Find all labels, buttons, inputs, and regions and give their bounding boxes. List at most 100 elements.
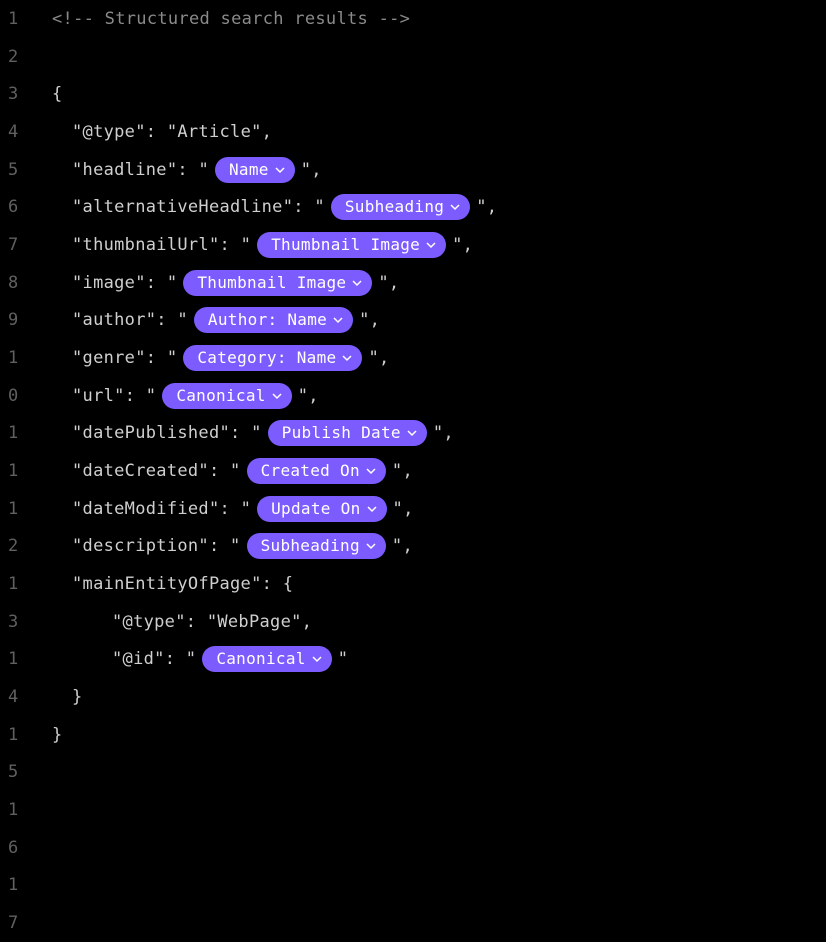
line-number: 1 — [0, 875, 34, 895]
chevron-down-icon — [352, 279, 362, 287]
colon: : — [186, 612, 207, 632]
quote-close: ", — [298, 386, 319, 406]
field-pill-author[interactable]: Author: Name — [194, 307, 353, 333]
colon: : — [209, 536, 230, 556]
colon: : — [165, 649, 186, 669]
quote-open: " — [167, 273, 178, 293]
code-line: 1 — [0, 866, 826, 904]
colon: : — [230, 423, 251, 443]
field-pill-thumbnail[interactable]: Thumbnail Image — [257, 232, 446, 258]
code-line: 1 "genre": "Category: Name", — [0, 339, 826, 377]
line-number: 9 — [0, 310, 34, 330]
pill-label: Name — [229, 162, 269, 178]
chevron-down-icon — [407, 429, 417, 437]
quote-close: ", — [378, 273, 399, 293]
field-pill-name[interactable]: Name — [215, 157, 295, 183]
field-pill-created-on[interactable]: Created On — [247, 458, 386, 484]
brace-close: } — [52, 725, 63, 745]
json-key: "datePublished" — [72, 423, 230, 443]
json-key: "image" — [72, 273, 146, 293]
quote-open: " — [230, 461, 241, 481]
json-key: "dateCreated" — [72, 461, 209, 481]
json-key: "url" — [72, 386, 125, 406]
code-line: 2 "description": " Subheading ", — [0, 527, 826, 565]
colon: : — [125, 386, 146, 406]
chevron-down-icon — [275, 166, 285, 174]
code-line: 3 "@type": "WebPage", — [0, 603, 826, 641]
quote-open: " — [230, 536, 241, 556]
code-line: 7 — [0, 904, 826, 942]
line-number: 1 — [0, 423, 34, 443]
line-number: 4 — [0, 122, 34, 142]
colon: : — [220, 499, 241, 519]
code-line: 1 "dateModified": "Update On", — [0, 490, 826, 528]
quote-close: ", — [452, 235, 473, 255]
colon: : — [146, 348, 167, 368]
quote-open: " — [241, 235, 252, 255]
quote-open: " — [146, 386, 157, 406]
pill-label: Author: Name — [208, 312, 327, 328]
json-key: "description" — [72, 536, 209, 556]
field-pill-canonical[interactable]: Canonical — [202, 646, 331, 672]
pill-label: Thumbnail Image — [271, 237, 420, 253]
line-number: 1 — [0, 800, 34, 820]
colon: : — [146, 273, 167, 293]
quote-open: " — [251, 423, 262, 443]
line-number: 1 — [0, 348, 34, 368]
quote-close: ", — [359, 310, 380, 330]
json-key: "headline" — [72, 160, 177, 180]
quote-close: ", — [392, 461, 413, 481]
json-key: "dateModified" — [72, 499, 220, 519]
code-line: 9 "author": "Author: Name", — [0, 301, 826, 339]
code-line: 8 "image": "Thumbnail Image", — [0, 264, 826, 302]
chevron-down-icon — [272, 392, 282, 400]
line-number: 2 — [0, 536, 34, 556]
comma: , — [262, 122, 273, 142]
brace-open: { — [52, 84, 63, 104]
colon: : — [177, 160, 198, 180]
code-editor: 1 <!-- Structured search results --> 2 3… — [0, 0, 826, 942]
line-number: 1 — [0, 574, 34, 594]
code-line: 0 "url": "Canonical ", — [0, 377, 826, 415]
brace-open: { — [283, 574, 294, 594]
line-number: 1 — [0, 649, 34, 669]
line-number: 1 — [0, 9, 34, 29]
field-pill-thumbnail[interactable]: Thumbnail Image — [183, 270, 372, 296]
chevron-down-icon — [426, 241, 436, 249]
json-key: "@type" — [72, 122, 146, 142]
json-key: "alternativeHeadline" — [72, 197, 293, 217]
code-line: 1 } — [0, 716, 826, 754]
chevron-down-icon — [366, 467, 376, 475]
quote-close: ", — [392, 536, 413, 556]
pill-label: Publish Date — [282, 425, 401, 441]
code-line: 3 { — [0, 75, 826, 113]
json-key: "author" — [72, 310, 156, 330]
chevron-down-icon — [342, 354, 352, 362]
json-value: "Article" — [167, 122, 262, 142]
quote-close: ", — [476, 197, 497, 217]
line-number: 1 — [0, 461, 34, 481]
colon: : — [293, 197, 314, 217]
colon: : — [220, 235, 241, 255]
code-line: 6 "alternativeHeadline": " Subheading ", — [0, 188, 826, 226]
quote-open: " — [241, 499, 252, 519]
field-pill-category[interactable]: Category: Name — [183, 345, 362, 371]
field-pill-subheading[interactable]: Subheading — [331, 194, 470, 220]
json-key: "thumbnailUrl" — [72, 235, 220, 255]
quote-close: ", — [433, 423, 454, 443]
colon: : — [146, 122, 167, 142]
field-pill-publish-date[interactable]: Publish Date — [268, 420, 427, 446]
line-number: 0 — [0, 386, 34, 406]
pill-label: Update On — [271, 501, 360, 517]
chevron-down-icon — [367, 505, 377, 513]
pill-label: Created On — [261, 463, 360, 479]
pill-label: Subheading — [261, 538, 360, 554]
line-number: 6 — [0, 197, 34, 217]
field-pill-update-on[interactable]: Update On — [257, 496, 386, 522]
field-pill-canonical[interactable]: Canonical — [162, 383, 291, 409]
chevron-down-icon — [333, 316, 343, 324]
line-number: 3 — [0, 612, 34, 632]
quote-open: " — [314, 197, 325, 217]
field-pill-subheading[interactable]: Subheading — [247, 533, 386, 559]
pill-label: Category: Name — [197, 350, 336, 366]
